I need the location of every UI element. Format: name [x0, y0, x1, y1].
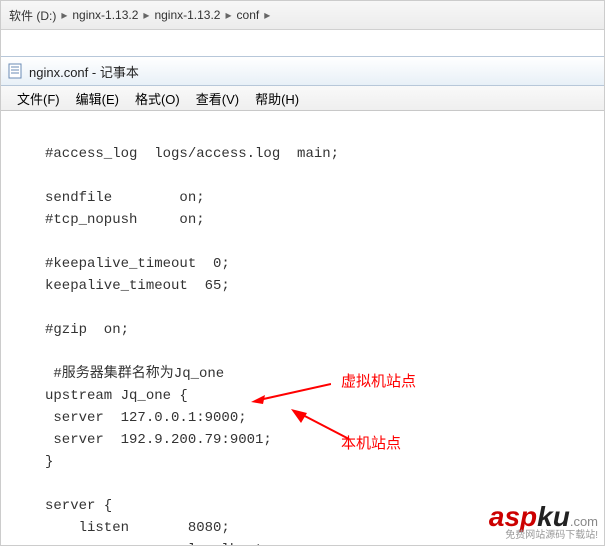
menu-edit[interactable]: 编辑(E)	[68, 89, 127, 108]
document-icon	[7, 63, 23, 79]
annotation-vm: 虚拟机站点	[341, 371, 416, 393]
menu-help[interactable]: 帮助(H)	[247, 89, 307, 108]
code-line: #keepalive_timeout 0;	[45, 256, 230, 272]
arrow-icon	[251, 382, 331, 404]
code-line: listen 8080;	[45, 520, 230, 536]
logo-text: asp	[489, 501, 537, 532]
breadcrumb: 软件 (D:) ▸ nginx-1.13.2 ▸ nginx-1.13.2 ▸ …	[1, 1, 604, 30]
breadcrumb-item[interactable]: nginx-1.13.2	[68, 8, 142, 22]
code-line: }	[45, 454, 53, 470]
breadcrumb-item[interactable]: nginx-1.13.2	[150, 8, 224, 22]
logo-text: .com	[570, 514, 598, 529]
code-line: #tcp_nopush on;	[45, 212, 205, 228]
breadcrumb-root[interactable]: 软件 (D:)	[5, 7, 60, 24]
code-line: keepalive_timeout 65;	[45, 278, 230, 294]
code-line: sendfile on;	[45, 190, 205, 206]
chevron-right-icon: ▸	[60, 8, 68, 22]
editor-area[interactable]: #access_log logs/access.log main; sendfi…	[1, 111, 604, 546]
chevron-right-icon: ▸	[142, 8, 150, 22]
code-line: server 192.9.200.79:9001;	[45, 432, 272, 448]
code-line: server {	[45, 498, 112, 514]
code-line: server 127.0.0.1:9000;	[45, 410, 247, 426]
window-title: nginx.conf - 记事本	[29, 62, 139, 81]
code-line: #gzip on;	[45, 322, 129, 338]
code-line: upstream Jq_one {	[45, 388, 188, 404]
breadcrumb-item[interactable]: conf	[233, 8, 264, 22]
logo-subtitle: 免费网站源码下载站!	[489, 531, 598, 541]
site-logo: aspku.com 免费网站源码下载站!	[489, 503, 598, 541]
menu-format[interactable]: 格式(O)	[127, 89, 188, 108]
chevron-right-icon: ▸	[224, 8, 232, 22]
menu-view[interactable]: 查看(V)	[188, 89, 247, 108]
code-line: #access_log logs/access.log main;	[45, 146, 339, 162]
window-titlebar: nginx.conf - 记事本	[1, 56, 604, 86]
annotation-host: 本机站点	[341, 433, 401, 455]
menu-file[interactable]: 文件(F)	[9, 89, 68, 108]
chevron-right-icon: ▸	[263, 8, 271, 22]
menubar: 文件(F) 编辑(E) 格式(O) 查看(V) 帮助(H)	[1, 86, 604, 111]
code-line: #服务器集群名称为Jq_one	[45, 366, 224, 382]
logo-text: ku	[537, 501, 570, 532]
code-line: server_name localhost;	[45, 542, 272, 546]
